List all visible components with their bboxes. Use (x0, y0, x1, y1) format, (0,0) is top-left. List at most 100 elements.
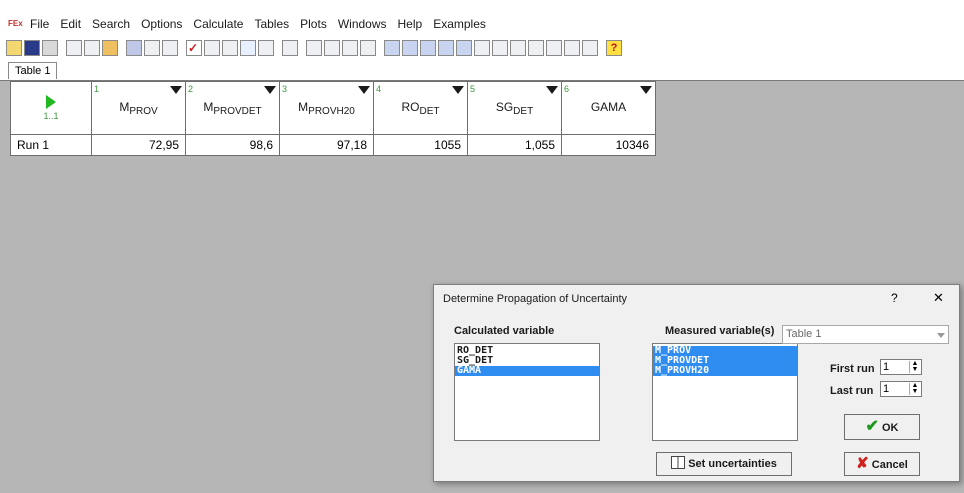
dropdown-arrow-icon[interactable] (546, 86, 558, 94)
dropdown-arrow-icon[interactable] (170, 86, 182, 94)
table-icon[interactable] (126, 40, 142, 56)
menu-calculate[interactable]: Calculate (193, 17, 243, 31)
fx-icon[interactable] (384, 40, 400, 56)
calculator-icon[interactable] (204, 40, 220, 56)
set-uncertainties-label: Set uncertainties (688, 458, 777, 470)
table-cell[interactable]: 97,18 (279, 134, 374, 156)
close-icon[interactable]: ✕ (933, 290, 944, 306)
matrix-icon[interactable] (402, 40, 418, 56)
paste-icon[interactable] (84, 40, 100, 56)
table-cell[interactable]: 10346 (561, 134, 656, 156)
list-item-selected[interactable]: M_PROVH20 (653, 366, 797, 376)
column-header[interactable]: 1 MPROV (91, 81, 186, 135)
column-name-base: M (203, 99, 214, 114)
spinner-arrows-icon[interactable]: ▲ ▼ (909, 360, 920, 373)
last-run-value: 1 (883, 383, 890, 395)
table-cell[interactable]: 1055 (373, 134, 468, 156)
dropdown-arrow-icon[interactable] (452, 86, 464, 94)
menu-help[interactable]: Help (398, 17, 423, 31)
menu-tables[interactable]: Tables (254, 17, 289, 31)
first-run-label: First run (830, 363, 875, 375)
column-name-sub: PROVH20 (308, 105, 355, 117)
si-icon[interactable] (162, 40, 178, 56)
menu-examples[interactable]: Examples (433, 17, 486, 31)
copy-icon[interactable] (66, 40, 82, 56)
column-header[interactable]: 3 MPROVH20 (279, 81, 374, 135)
open-folder-icon[interactable] (6, 40, 22, 56)
run-corner-header[interactable]: 1..1 (10, 81, 92, 135)
window-icon[interactable] (564, 40, 580, 56)
line-plot-icon[interactable] (306, 40, 322, 56)
list-icon[interactable] (144, 40, 160, 56)
checkmark-icon: ✔ (865, 418, 879, 435)
dropdown-arrow-icon[interactable] (264, 86, 276, 94)
row-header[interactable]: Run 1 (10, 134, 92, 156)
table2-icon[interactable] (492, 40, 508, 56)
scatter-plot-icon[interactable] (342, 40, 358, 56)
table-cell[interactable]: 98,6 (185, 134, 280, 156)
column-name-sub: DET (513, 105, 534, 117)
ok-label: OK (881, 422, 899, 434)
column-name-sub: PROVDET (213, 105, 262, 117)
print-icon[interactable] (42, 40, 58, 56)
shape-icon[interactable] (528, 40, 544, 56)
results-icon[interactable] (456, 40, 472, 56)
propagation-dialog: Determine Propagation of Uncertainty ? ✕… (433, 284, 960, 482)
column-header[interactable]: 2 MPROVDET (185, 81, 280, 135)
help-icon[interactable]: ? (606, 40, 622, 56)
diagram-icon[interactable] (510, 40, 526, 56)
sort-icon[interactable] (438, 40, 454, 56)
ok-button[interactable]: ✔ OK (844, 414, 920, 440)
column-name: GAMA (591, 100, 626, 114)
column-number: 6 (564, 84, 570, 94)
column-header[interactable]: 6 GAMA (561, 81, 656, 135)
first-run-spinner[interactable]: 1 ▲ ▼ (880, 359, 922, 375)
find-icon[interactable] (102, 40, 118, 56)
list-item-selected[interactable]: GAMA (455, 366, 599, 376)
column-name-sub: DET (419, 105, 440, 117)
table-select[interactable]: Table 1 (782, 325, 949, 344)
column-header[interactable]: 5 SGDET (467, 81, 562, 135)
eq-icon[interactable] (420, 40, 436, 56)
cancel-button[interactable]: ✘ Cancel (844, 452, 920, 476)
grid-icon[interactable] (282, 40, 298, 56)
table-cell[interactable]: 1,055 (467, 134, 562, 156)
menu-search[interactable]: Search (92, 17, 130, 31)
menu-windows[interactable]: Windows (338, 17, 387, 31)
calculated-variable-list[interactable]: RO_DET SG_DET GAMA (454, 343, 600, 441)
uncertainties-grid-icon (671, 456, 686, 469)
menu-plots[interactable]: Plots (300, 17, 327, 31)
set-uncertainties-button[interactable]: Set uncertainties (656, 452, 792, 476)
format-icon[interactable] (582, 40, 598, 56)
tab-table-1[interactable]: Table 1 (8, 62, 58, 79)
chart-icon[interactable] (240, 40, 256, 56)
menu-bar: FEx File Edit Search Options Calculate T… (0, 14, 964, 34)
grid2-icon[interactable] (474, 40, 490, 56)
measured-variable-list[interactable]: M_PROV M_PROVDET M_PROVH20 (652, 343, 798, 441)
table-cell[interactable]: 72,95 (91, 134, 186, 156)
menu-edit[interactable]: Edit (60, 17, 81, 31)
dialog-title: Determine Propagation of Uncertainty (443, 293, 628, 305)
calculated-variable-label: Calculated variable (454, 325, 555, 337)
help-button[interactable]: ? (891, 291, 898, 305)
column-number: 2 (188, 84, 194, 94)
plot-edit-icon[interactable] (360, 40, 376, 56)
column-name-base: RO (401, 99, 420, 114)
column-number: 1 (94, 84, 100, 94)
save-icon[interactable] (24, 40, 40, 56)
cancel-label: Cancel (871, 459, 908, 471)
layout-icon[interactable] (546, 40, 562, 56)
checkmark-icon[interactable]: ✓ (186, 40, 202, 56)
menu-file[interactable]: File (30, 17, 49, 31)
last-run-spinner[interactable]: 1 ▲ ▼ (880, 381, 922, 397)
stats-icon[interactable] (222, 40, 238, 56)
blank-icon[interactable] (258, 40, 274, 56)
column-number: 3 (282, 84, 288, 94)
menu-options[interactable]: Options (141, 17, 182, 31)
dropdown-arrow-icon[interactable] (358, 86, 370, 94)
dropdown-arrow-icon[interactable] (640, 86, 652, 94)
column-header[interactable]: 4 RODET (373, 81, 468, 135)
area-plot-icon[interactable] (324, 40, 340, 56)
spinner-arrows-icon[interactable]: ▲ ▼ (909, 382, 920, 395)
play-icon (46, 95, 56, 109)
